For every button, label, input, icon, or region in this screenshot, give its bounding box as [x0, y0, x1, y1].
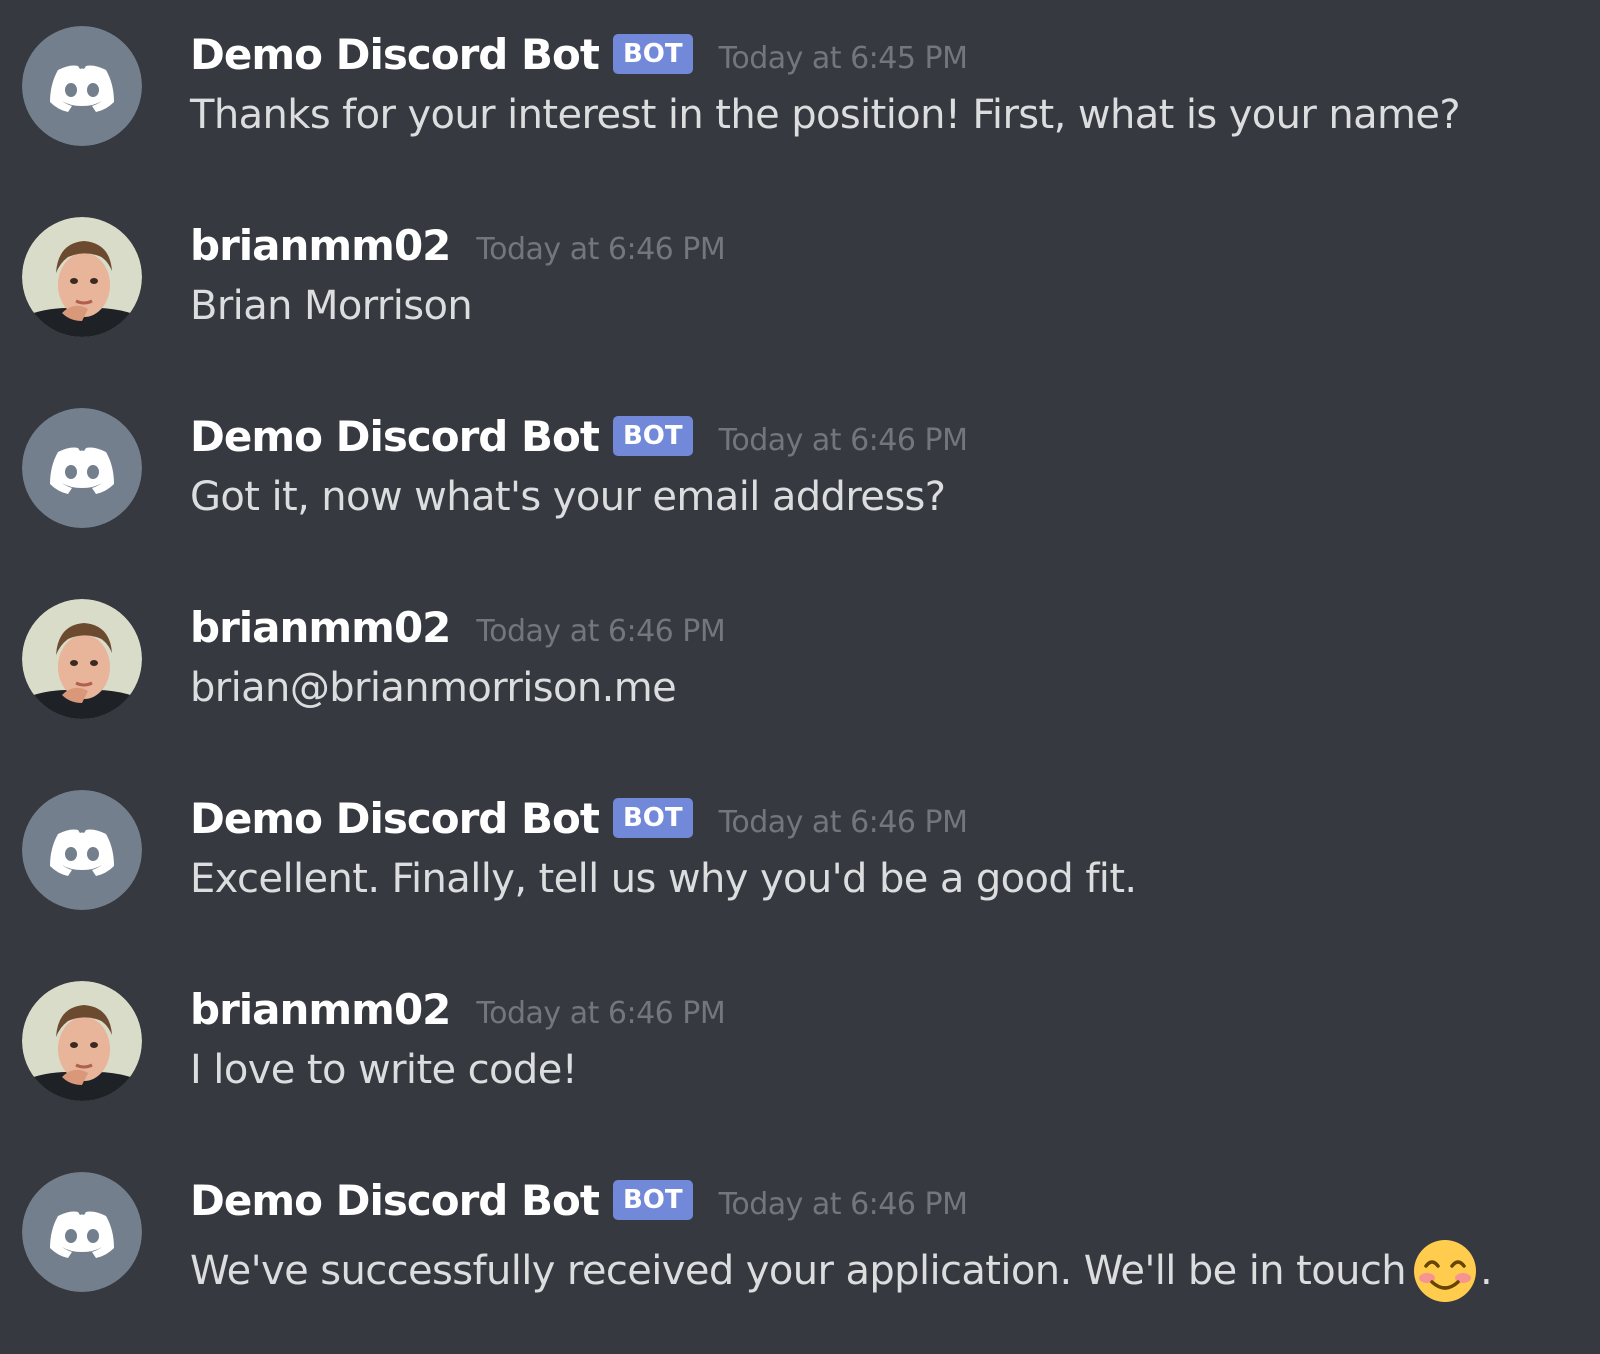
bot-tag-badge: BOT — [612, 416, 693, 456]
message-text: Got it, now what's your email address? — [190, 474, 946, 520]
user-avatar[interactable] — [22, 981, 142, 1101]
user-photo — [22, 981, 142, 1101]
bot-tag-badge: BOT — [612, 1180, 693, 1220]
smiling-face-emoji-icon[interactable] — [1412, 1238, 1478, 1304]
message-list: Demo Discord Bot BOT Today at 6:45 PM Th… — [0, 0, 1600, 1354]
message: brianmm02 Today at 6:46 PM I love to wri… — [0, 955, 1600, 1125]
message-content: brian@brianmorrison.me — [190, 665, 677, 711]
message-timestamp[interactable]: Today at 6:46 PM — [719, 423, 968, 458]
username[interactable]: Demo Discord Bot — [190, 794, 600, 843]
user-photo — [22, 599, 142, 719]
message-content: Excellent. Finally, tell us why you'd be… — [190, 856, 1137, 902]
message-timestamp[interactable]: Today at 6:46 PM — [476, 232, 725, 267]
bot-avatar[interactable] — [22, 408, 142, 528]
message-content: I love to write code! — [190, 1047, 578, 1093]
message-header: brianmm02 Today at 6:46 PM — [190, 599, 726, 655]
discord-logo-icon — [22, 26, 142, 146]
username[interactable]: Demo Discord Bot — [190, 412, 600, 461]
message-timestamp[interactable]: Today at 6:46 PM — [719, 805, 968, 840]
message-text: We've successfully received your applica… — [190, 1248, 1407, 1294]
user-avatar[interactable] — [22, 599, 142, 719]
username[interactable]: brianmm02 — [190, 221, 451, 270]
message-content: Thanks for your interest in the position… — [190, 92, 1461, 138]
message-header: Demo Discord Bot BOT Today at 6:45 PM — [190, 26, 968, 82]
bot-tag-badge: BOT — [612, 34, 693, 74]
bot-avatar[interactable] — [22, 26, 142, 146]
message-header: Demo Discord Bot BOT Today at 6:46 PM — [190, 1172, 968, 1228]
message-content: Brian Morrison — [190, 283, 473, 329]
user-avatar[interactable] — [22, 217, 142, 337]
message-content: Got it, now what's your email address? — [190, 474, 946, 520]
message-text: brian@brianmorrison.me — [190, 665, 677, 711]
message: Demo Discord Bot BOT Today at 6:46 PM Go… — [0, 382, 1600, 552]
message-header: brianmm02 Today at 6:46 PM — [190, 217, 726, 273]
message-text: I love to write code! — [190, 1047, 578, 1093]
discord-logo-icon — [22, 1172, 142, 1292]
message-header: Demo Discord Bot BOT Today at 6:46 PM — [190, 408, 968, 464]
discord-logo-icon — [22, 790, 142, 910]
message-timestamp[interactable]: Today at 6:45 PM — [719, 41, 968, 76]
message-header: Demo Discord Bot BOT Today at 6:46 PM — [190, 790, 968, 846]
message-text: Thanks for your interest in the position… — [190, 92, 1461, 138]
username[interactable]: Demo Discord Bot — [190, 1176, 600, 1225]
bot-tag-badge: BOT — [612, 798, 693, 838]
message-timestamp[interactable]: Today at 6:46 PM — [476, 614, 725, 649]
username[interactable]: brianmm02 — [190, 603, 451, 652]
message-text: Excellent. Finally, tell us why you'd be… — [190, 856, 1137, 902]
message: Demo Discord Bot BOT Today at 6:46 PM Ex… — [0, 764, 1600, 934]
bot-avatar[interactable] — [22, 790, 142, 910]
message-header: brianmm02 Today at 6:46 PM — [190, 981, 726, 1037]
message-text-suffix: . — [1480, 1248, 1493, 1294]
message: Demo Discord Bot BOT Today at 6:45 PM Th… — [0, 0, 1600, 170]
message-text: Brian Morrison — [190, 283, 473, 329]
message-timestamp[interactable]: Today at 6:46 PM — [719, 1187, 968, 1222]
message-timestamp[interactable]: Today at 6:46 PM — [476, 996, 725, 1031]
username[interactable]: Demo Discord Bot — [190, 30, 600, 79]
message: brianmm02 Today at 6:46 PM Brian Morriso… — [0, 191, 1600, 361]
bot-avatar[interactable] — [22, 1172, 142, 1292]
message: Demo Discord Bot BOT Today at 6:46 PM We… — [0, 1146, 1600, 1316]
discord-logo-icon — [22, 408, 142, 528]
message: brianmm02 Today at 6:46 PM brian@brianmo… — [0, 573, 1600, 743]
user-photo — [22, 217, 142, 337]
message-content: We've successfully received your applica… — [190, 1238, 1493, 1304]
username[interactable]: brianmm02 — [190, 985, 451, 1034]
